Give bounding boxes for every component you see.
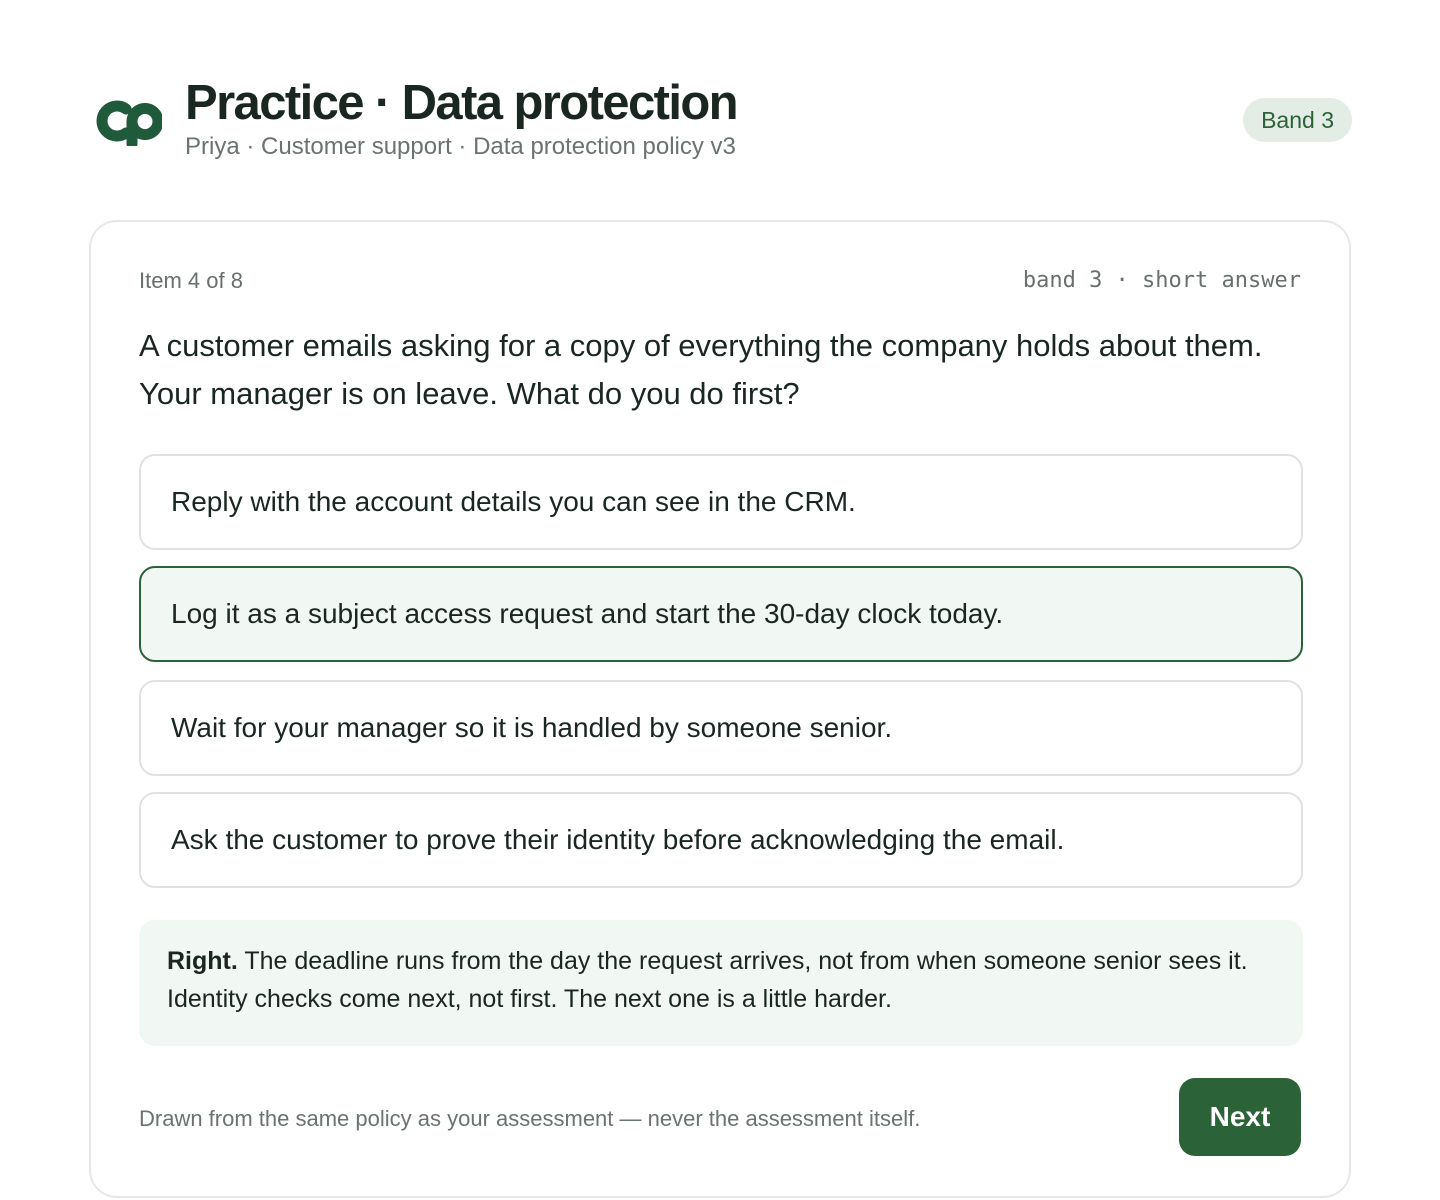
answer-option-label: Ask the customer to prove their identity… bbox=[171, 824, 1065, 855]
answer-option[interactable]: Wait for your manager so it is handled b… bbox=[139, 680, 1303, 776]
answer-option[interactable]: Ask the customer to prove their identity… bbox=[139, 792, 1303, 888]
answer-option-label: Wait for your manager so it is handled b… bbox=[171, 712, 893, 743]
next-button[interactable]: Next bbox=[1179, 1078, 1301, 1156]
answer-option-label: Reply with the account details you can s… bbox=[171, 486, 856, 517]
item-counter: Item 4 of 8 bbox=[139, 268, 243, 293]
answer-option-label: Log it as a subject access request and s… bbox=[171, 598, 1004, 629]
answer-option[interactable]: Reply with the account details you can s… bbox=[139, 454, 1303, 550]
cp-logo-icon bbox=[96, 100, 162, 146]
feedback-text: The deadline runs from the day the reque… bbox=[167, 947, 1248, 1013]
question-text: A customer emails asking for a copy of e… bbox=[139, 328, 1263, 411]
page-title: Practice · Data protection bbox=[185, 76, 739, 130]
footer-note: Drawn from the same policy as your asses… bbox=[139, 1106, 921, 1131]
band-badge: Band 3 bbox=[1243, 98, 1352, 142]
page-header: Practice · Data protection Priya · Custo… bbox=[88, 76, 1352, 166]
page-subtitle: Priya · Customer support · Data protecti… bbox=[185, 133, 736, 160]
feedback-panel: Right. The deadline runs from the day th… bbox=[139, 920, 1303, 1046]
question-card: Item 4 of 8 band 3 · short answer A cust… bbox=[89, 220, 1351, 1198]
answer-option-selected[interactable]: Log it as a subject access request and s… bbox=[139, 566, 1303, 662]
feedback-verdict: Right. bbox=[167, 947, 238, 975]
item-meta: band 3 · short answer bbox=[1022, 268, 1301, 293]
